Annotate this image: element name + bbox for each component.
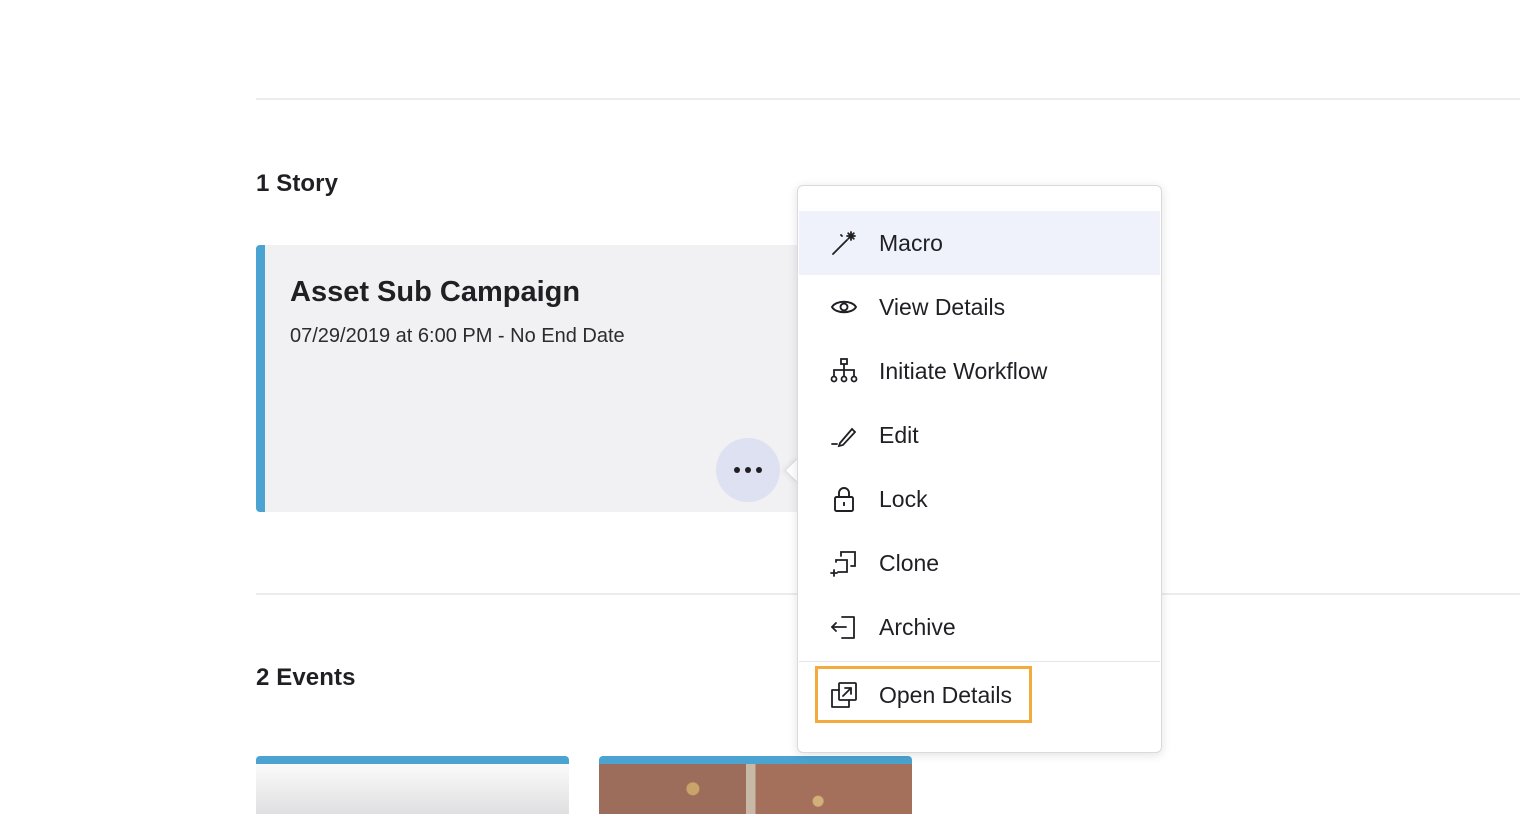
menu-item-label: View Details <box>879 293 1006 320</box>
menu-item-label: Lock <box>879 485 928 512</box>
event-card-accent <box>256 756 569 764</box>
menu-item-label: Archive <box>879 613 956 640</box>
menu-item-label: Macro <box>879 229 943 256</box>
story-card-accent <box>256 245 265 512</box>
workflow-tree-icon <box>830 357 858 385</box>
menu-item-edit[interactable]: Edit <box>799 403 1160 467</box>
menu-item-label: Clone <box>879 549 940 576</box>
open-external-icon <box>830 681 858 709</box>
menu-item-label: Open Details <box>879 681 1012 708</box>
story-card[interactable]: Asset Sub Campaign 07/29/2019 at 6:00 PM… <box>256 245 801 512</box>
pencil-icon <box>830 421 858 449</box>
magic-wand-icon <box>830 229 858 257</box>
event-card[interactable] <box>256 756 569 814</box>
menu-item-macro[interactable]: Macro <box>799 211 1160 275</box>
top-divider <box>256 98 1520 100</box>
menu-item-label: Edit <box>879 421 919 448</box>
menu-item-archive[interactable]: Archive <box>799 595 1160 659</box>
menu-item-label: Initiate Workflow <box>879 357 1048 384</box>
menu-item-open-details[interactable]: Open Details <box>799 663 1160 727</box>
event-thumbnail <box>599 764 912 814</box>
archive-icon <box>830 613 858 641</box>
story-title[interactable]: Asset Sub Campaign <box>290 276 580 309</box>
lock-icon <box>830 485 858 513</box>
menu-item-view-details[interactable]: View Details <box>799 275 1160 339</box>
event-card[interactable] <box>599 756 912 814</box>
events-heading: 2 Events <box>256 664 356 691</box>
clone-icon <box>830 549 858 577</box>
menu-item-clone[interactable]: Clone <box>799 531 1160 595</box>
event-card-accent <box>599 756 912 764</box>
more-dots-icon <box>734 467 762 473</box>
stories-heading: 1 Story <box>256 170 339 197</box>
eye-icon <box>830 293 858 321</box>
more-options-button[interactable] <box>716 438 780 502</box>
menu-item-initiate-workflow[interactable]: Initiate Workflow <box>799 339 1160 403</box>
menu-item-lock[interactable]: Lock <box>799 467 1160 531</box>
menu-separator <box>799 661 1160 662</box>
page: 1 Story Asset Sub Campaign 07/29/2019 at… <box>0 0 1520 814</box>
context-menu: Macro View Details Initiate Workflow Edi… <box>797 185 1162 753</box>
story-date: 07/29/2019 at 6:00 PM - No End Date <box>290 325 625 347</box>
